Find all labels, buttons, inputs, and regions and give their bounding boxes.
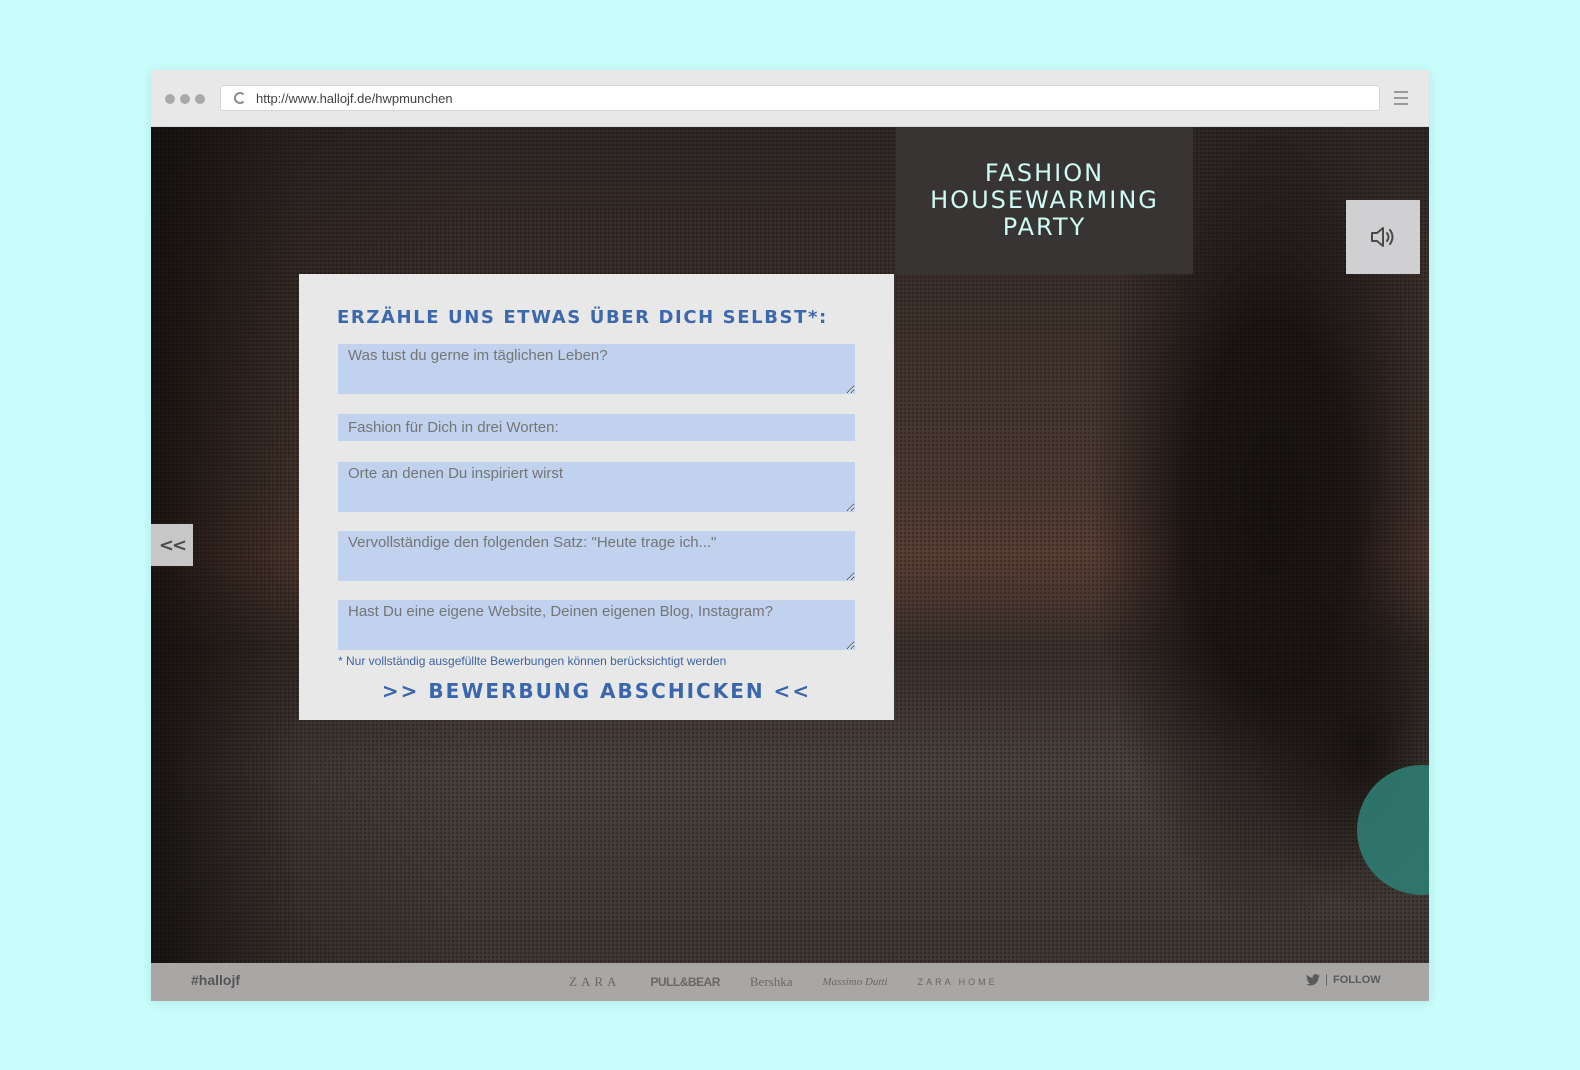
title-line-3: PARTY	[1002, 213, 1087, 241]
twitter-icon	[1306, 974, 1320, 986]
brand-zara-home[interactable]: ZARA HOME	[918, 977, 998, 987]
inspiration-places-field[interactable]	[338, 462, 855, 512]
window-dot-icon[interactable]	[180, 94, 190, 104]
daily-life-field[interactable]	[338, 344, 855, 394]
required-note: * Nur vollständig ausgefüllte Bewerbunge…	[338, 654, 727, 668]
reload-icon[interactable]	[234, 92, 246, 104]
sound-toggle-button[interactable]	[1346, 200, 1420, 274]
title-line-2: HOUSEWARMING	[930, 186, 1159, 214]
hashtag-link[interactable]: #hallojf	[191, 972, 240, 988]
speaker-icon	[1371, 227, 1394, 247]
fashion-words-field[interactable]	[338, 414, 855, 441]
application-form: ERZÄHLE UNS ETWAS ÜBER DICH SELBST*: * N…	[299, 274, 894, 720]
title-line-1: FASHION	[984, 159, 1105, 187]
back-button[interactable]: <<	[151, 524, 193, 566]
window-dot-icon[interactable]	[195, 94, 205, 104]
brand-logos: ZARA PULL&BEAR Bershka Massimo Dutti ZAR…	[569, 974, 998, 990]
menu-icon[interactable]	[1394, 91, 1408, 105]
website-blog-field[interactable]	[338, 600, 855, 650]
twitter-follow-button[interactable]: FOLLOW	[1306, 974, 1381, 986]
submit-button[interactable]: >> BEWERBUNG ABSCHICKEN <<	[299, 679, 894, 703]
browser-window: http://www.hallojf.de/hwpmunchen FASHION…	[151, 70, 1429, 1001]
footer-bar: #hallojf ZARA PULL&BEAR Bershka Massimo …	[151, 963, 1429, 1001]
window-controls	[165, 94, 205, 104]
brand-zara[interactable]: ZARA	[569, 974, 620, 990]
brand-pull-bear[interactable]: PULL&BEAR	[650, 975, 720, 989]
page-title: FASHION HOUSEWARMING PARTY	[896, 127, 1193, 274]
form-heading: ERZÄHLE UNS ETWAS ÜBER DICH SELBST*:	[337, 307, 828, 328]
browser-toolbar: http://www.hallojf.de/hwpmunchen	[151, 70, 1429, 127]
brand-bershka[interactable]: Bershka	[750, 974, 793, 990]
divider	[1326, 974, 1327, 986]
address-bar[interactable]: http://www.hallojf.de/hwpmunchen	[220, 85, 1380, 111]
complete-sentence-field[interactable]	[338, 531, 855, 581]
url-text[interactable]: http://www.hallojf.de/hwpmunchen	[256, 91, 453, 106]
follow-label[interactable]: FOLLOW	[1333, 974, 1381, 986]
brand-massimo-dutti[interactable]: Massimo Dutti	[823, 976, 888, 988]
window-dot-icon[interactable]	[165, 94, 175, 104]
